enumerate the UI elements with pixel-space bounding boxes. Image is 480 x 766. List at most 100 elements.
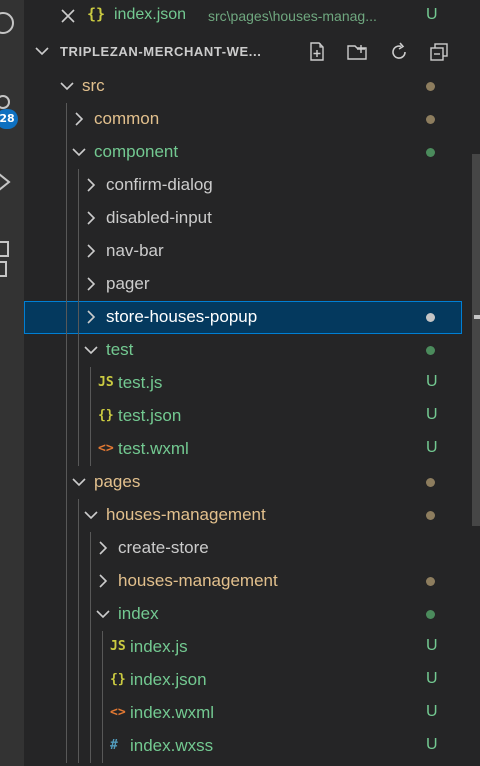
- indent-guide: [90, 367, 91, 400]
- activity-bar: 28: [0, 0, 24, 766]
- git-status-untracked: U: [426, 637, 438, 654]
- tree-item-label: store-houses-popup: [106, 307, 258, 326]
- indent-guide: [66, 235, 67, 268]
- tree-folder[interactable]: pages: [24, 466, 462, 499]
- indent-guide: [78, 631, 79, 664]
- tree-folder[interactable]: nav-bar: [24, 235, 462, 268]
- git-modified-dot: [426, 478, 435, 487]
- indent-guide: [66, 433, 67, 466]
- new-file-icon[interactable]: [306, 41, 328, 63]
- tree-item-label: test.json: [118, 406, 182, 425]
- indent-guide: [102, 664, 103, 697]
- chevron-down-icon[interactable]: [84, 343, 98, 357]
- tree-file[interactable]: <> test.wxml U: [24, 433, 462, 466]
- js-icon: JS: [110, 639, 126, 654]
- open-editor-path: src\pages\houses-manag...: [208, 8, 377, 24]
- tree-item-label: test.wxml: [118, 439, 189, 458]
- tree-folder[interactable]: create-store: [24, 532, 462, 565]
- tree-folder[interactable]: houses-management: [24, 499, 462, 532]
- open-editor-filename: index.json: [114, 6, 187, 23]
- tree-file[interactable]: # index.wxss U: [24, 730, 462, 763]
- tree-file[interactable]: JS test.js U: [24, 367, 462, 400]
- indent-guide: [66, 169, 67, 202]
- workspace-section-header[interactable]: TRIPLEZAN-MERCHANT-WE...: [24, 34, 480, 68]
- tree-item-label: pages: [94, 472, 141, 491]
- indent-guide: [66, 631, 67, 664]
- source-control-icon[interactable]: [0, 95, 10, 109]
- tree-item-label: houses-management: [118, 571, 278, 590]
- js-icon: JS: [98, 375, 114, 390]
- tree-item-label: index.json: [130, 670, 207, 689]
- chevron-down-icon[interactable]: [96, 607, 110, 621]
- indent-guide: [66, 136, 67, 169]
- indent-guide: [102, 631, 103, 664]
- indent-guide: [78, 202, 79, 235]
- chevron-right-icon[interactable]: [96, 574, 110, 588]
- tree-item-label: test.js: [118, 373, 163, 392]
- chevron-right-icon[interactable]: [84, 178, 98, 192]
- indent-guide: [66, 367, 67, 400]
- tree-item-label: disabled-input: [106, 208, 212, 227]
- indent-guide: [78, 334, 79, 367]
- run-debug-icon[interactable]: [0, 172, 12, 192]
- tree-folder[interactable]: component: [24, 136, 462, 169]
- tree-folder[interactable]: houses-management: [24, 565, 462, 598]
- chevron-down-icon[interactable]: [60, 79, 74, 93]
- refresh-icon[interactable]: [388, 41, 410, 63]
- new-folder-icon[interactable]: [346, 41, 368, 63]
- explorer-icon[interactable]: [0, 12, 14, 34]
- indent-guide: [66, 400, 67, 433]
- indent-guide: [78, 598, 79, 631]
- chevron-right-icon[interactable]: [72, 112, 86, 126]
- tree-item-label: pager: [106, 274, 150, 293]
- tree-folder[interactable]: pager: [24, 268, 462, 301]
- tree-folder[interactable]: store-houses-popup: [24, 301, 462, 334]
- extensions-icon[interactable]: [0, 240, 10, 278]
- source-control-badge: 28: [0, 109, 18, 129]
- indent-guide: [102, 730, 103, 763]
- tree-file[interactable]: <> index.wxml U: [24, 697, 462, 730]
- close-icon[interactable]: [60, 7, 76, 25]
- tree-folder[interactable]: index: [24, 598, 462, 631]
- indent-guide: [78, 664, 79, 697]
- tree-folder[interactable]: disabled-input: [24, 202, 462, 235]
- indent-guide: [78, 499, 79, 532]
- collapse-all-icon[interactable]: [428, 41, 450, 63]
- tree-folder[interactable]: test: [24, 334, 462, 367]
- tree-file[interactable]: JS index.js U: [24, 631, 462, 664]
- tree-item-label: common: [94, 109, 160, 128]
- chevron-right-icon[interactable]: [96, 541, 110, 555]
- git-modified-dot: [426, 148, 435, 157]
- scrollbar-thumb[interactable]: [472, 154, 480, 526]
- tree-item-label: nav-bar: [106, 241, 164, 260]
- tree-folder[interactable]: confirm-dialog: [24, 169, 462, 202]
- tree-folder[interactable]: common: [24, 103, 462, 136]
- tree-item-label: index: [118, 604, 159, 623]
- markup-icon: <>: [98, 441, 114, 456]
- chevron-right-icon[interactable]: [84, 211, 98, 225]
- indent-guide: [90, 433, 91, 466]
- indent-guide: [90, 697, 91, 730]
- vscode-window: 28 {} index.json src\pages\houses-manag.…: [0, 0, 480, 766]
- chevron-right-icon[interactable]: [84, 277, 98, 291]
- indent-guide: [90, 400, 91, 433]
- chevron-down-icon[interactable]: [72, 145, 86, 159]
- tree-folder[interactable]: src: [24, 70, 462, 103]
- tree-item-label: index.wxss: [130, 736, 214, 755]
- tree-file[interactable]: {} test.json U: [24, 400, 462, 433]
- explorer-sidebar: {} index.json src\pages\houses-manag... …: [24, 0, 480, 766]
- chevron-right-icon[interactable]: [84, 244, 98, 258]
- git-status-untracked: U: [426, 670, 438, 687]
- indent-guide: [78, 532, 79, 565]
- indent-guide: [66, 301, 67, 334]
- tree-item-label: test: [106, 340, 134, 359]
- open-editor-item[interactable]: {} index.json src\pages\houses-manag... …: [24, 0, 480, 34]
- indent-guide: [66, 565, 67, 598]
- indent-guide: [102, 697, 103, 730]
- chevron-down-icon[interactable]: [84, 508, 98, 522]
- git-modified-dot: [426, 82, 435, 91]
- chevron-right-icon[interactable]: [84, 310, 98, 324]
- tree-item-label: create-store: [118, 538, 209, 557]
- tree-file[interactable]: {} index.json U: [24, 664, 462, 697]
- chevron-down-icon[interactable]: [72, 475, 86, 489]
